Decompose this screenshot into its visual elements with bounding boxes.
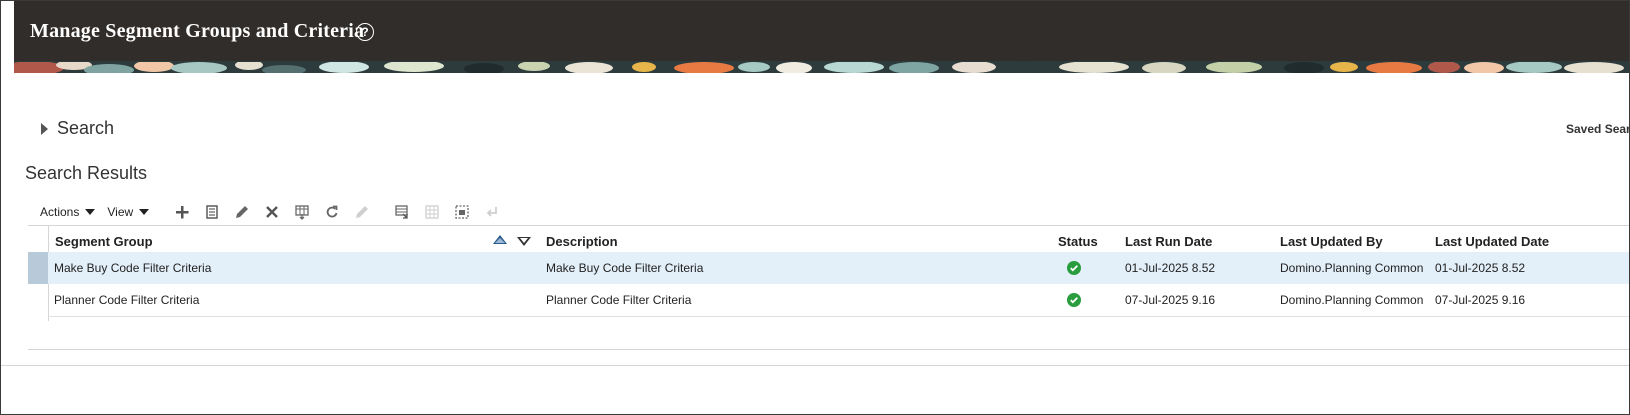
- cell-last-updated-by: Domino.Planning Common: [1280, 261, 1424, 275]
- sort-ascending-icon[interactable]: [493, 235, 507, 244]
- table-footer-border: [28, 349, 1629, 350]
- edit-icon[interactable]: [233, 203, 251, 221]
- refresh-icon[interactable]: [323, 203, 341, 221]
- search-label[interactable]: Search: [57, 118, 114, 139]
- caret-down-icon: [139, 209, 150, 215]
- add-icon[interactable]: [173, 203, 191, 221]
- cell-description: Planner Code Filter Criteria: [546, 293, 692, 307]
- duplicate-icon[interactable]: [203, 203, 221, 221]
- status-success-icon: [1067, 261, 1081, 275]
- cell-description: Make Buy Code Filter Criteria: [546, 261, 704, 275]
- delete-icon[interactable]: [263, 203, 281, 221]
- table-row[interactable]: Make Buy Code Filter Criteria Make Buy C…: [28, 252, 1629, 284]
- cell-segment-group: Make Buy Code Filter Criteria: [54, 261, 212, 275]
- cell-last-run-date: 07-Jul-2025 9.16: [1125, 293, 1216, 307]
- sort-descending-icon[interactable]: [517, 237, 531, 246]
- row-selection-indicator[interactable]: [28, 252, 48, 284]
- export-icon[interactable]: [293, 203, 311, 221]
- status-success-icon: [1067, 293, 1081, 307]
- title-bar: Manage Segment Groups and Criteria ?: [14, 1, 1629, 61]
- wrap-icon: [483, 203, 501, 221]
- search-disclosure[interactable]: Search: [41, 118, 114, 139]
- help-icon[interactable]: ?: [356, 23, 374, 41]
- banner-pattern-image: [14, 61, 1629, 73]
- cell-last-updated-date: 01-Jul-2025 8.52: [1435, 261, 1526, 275]
- caret-down-icon: [85, 209, 96, 215]
- table-row[interactable]: Planner Code Filter Criteria Planner Cod…: [28, 284, 1629, 316]
- actions-menu[interactable]: Actions: [40, 205, 96, 219]
- view-menu[interactable]: View: [107, 205, 150, 219]
- freeze-icon: [423, 203, 441, 221]
- expand-triangle-icon[interactable]: [41, 122, 48, 135]
- cell-last-run-date: 01-Jul-2025 8.52: [1125, 261, 1216, 275]
- page-frame: Manage Segment Groups and Criteria ? Sea…: [0, 0, 1630, 415]
- decorative-banner: [14, 61, 1629, 73]
- search-results-heading: Search Results: [25, 163, 148, 183]
- cell-last-updated-date: 07-Jul-2025 9.16: [1435, 293, 1526, 307]
- table-row-divider: [48, 316, 1629, 317]
- cell-last-updated-by: Domino.Planning Common: [1280, 293, 1424, 307]
- page-footer-border: [1, 365, 1629, 366]
- disabled-edit-icon: [353, 203, 371, 221]
- detach-icon[interactable]: [453, 203, 471, 221]
- actions-menu-label[interactable]: Actions: [40, 205, 79, 219]
- saved-search-label[interactable]: Saved Search: [1566, 122, 1629, 136]
- table-toolbar: Actions View: [40, 201, 501, 223]
- cell-segment-group: Planner Code Filter Criteria: [54, 293, 200, 307]
- page-title: Manage Segment Groups and Criteria: [30, 20, 365, 42]
- format-icon[interactable]: [393, 203, 411, 221]
- view-menu-label[interactable]: View: [107, 205, 133, 219]
- table-top-border: [28, 225, 1629, 226]
